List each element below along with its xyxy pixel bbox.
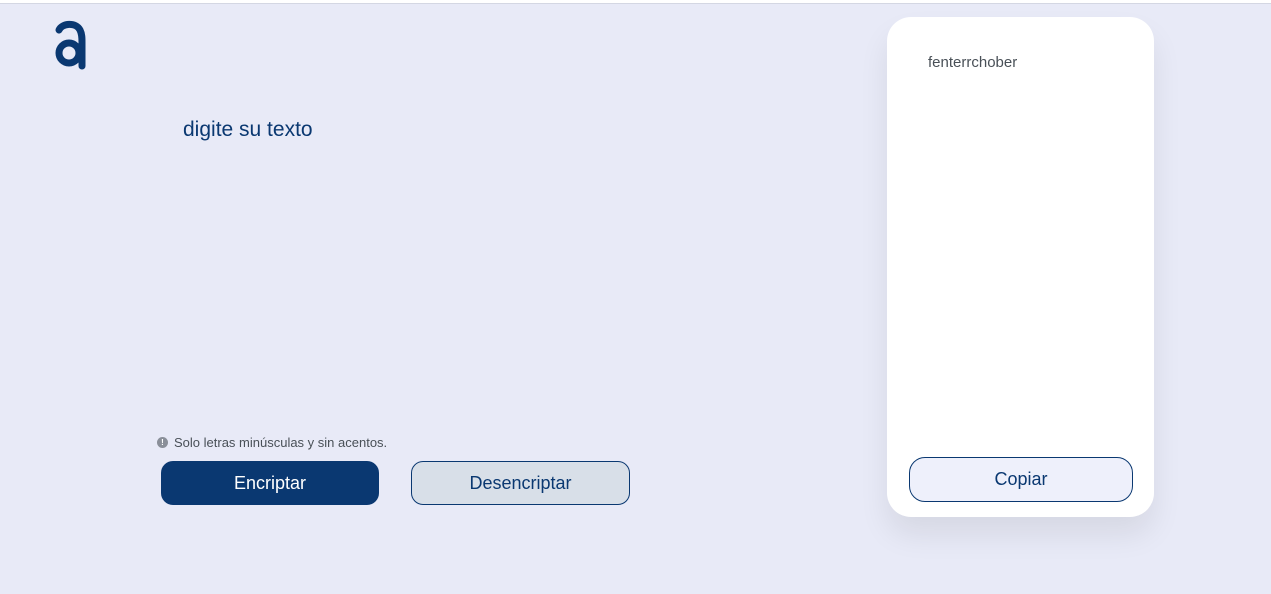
decrypt-button[interactable]: Desencriptar [411, 461, 630, 505]
output-text: fenterrchober [928, 54, 1018, 71]
alura-logo-icon [52, 20, 88, 70]
hint-text: Solo letras minúsculas y sin acentos. [174, 435, 388, 450]
info-icon: ! [157, 437, 168, 448]
encrypt-button[interactable]: Encriptar [161, 461, 379, 505]
copy-button[interactable]: Copiar [909, 457, 1133, 502]
text-input[interactable] [183, 112, 823, 408]
output-panel: fenterrchober Copiar [887, 17, 1154, 517]
top-border [0, 0, 1271, 4]
hint: ! Solo letras minúsculas y sin acentos. [157, 435, 387, 450]
